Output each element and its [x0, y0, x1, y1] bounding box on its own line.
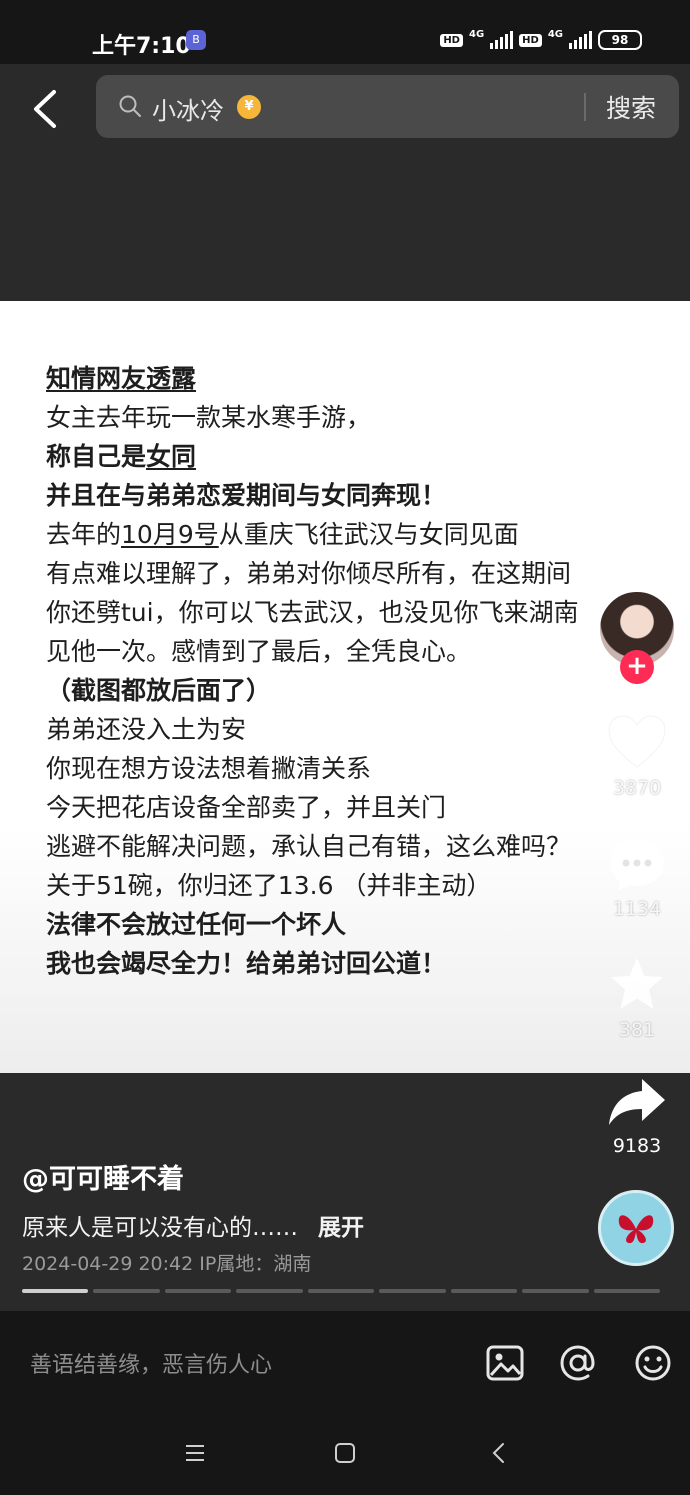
status-time: 上午7:10 [92, 34, 191, 59]
post-line: 你还劈tui，你可以飞去武汉，也没见你飞来湖南 [46, 598, 579, 627]
image-icon[interactable] [485, 1343, 525, 1383]
post-line: 关于51碗，你归还了13.6 （并非主动） [46, 871, 492, 900]
post-line-underlined: 10月9号 [121, 520, 219, 549]
post-line: 称自己是女同 [46, 437, 646, 476]
at-icon[interactable] [558, 1343, 598, 1383]
post-line-text: 称自己是 [46, 442, 147, 471]
post-line: 法律不会放过任何一个坏人 [46, 910, 347, 939]
post-line: 知情网友透露 [46, 364, 197, 393]
network-type-2: 4G [547, 28, 563, 40]
progress-segment [379, 1289, 446, 1293]
search-icon [119, 95, 141, 117]
post-line: 弟弟还没入土为安 [46, 715, 247, 744]
network-type: 4G [468, 28, 485, 40]
post-line: 你现在想方设法想着撇清关系 [46, 754, 372, 783]
post-meta: 2024-04-29 20:42 IP属地：湖南 [22, 1253, 312, 1275]
butterfly-icon [618, 1215, 654, 1244]
progress-segment [164, 1289, 232, 1293]
back-arrow-icon [34, 90, 56, 128]
back-button[interactable] [22, 86, 72, 132]
post-line: 女主去年玩一款某水寒手游， [46, 403, 372, 432]
post-line-underlined: 女同 [146, 442, 197, 471]
menu-icon[interactable] [182, 1440, 208, 1466]
signal-icon-2 [569, 31, 592, 49]
signal-icon [490, 31, 514, 49]
post-line: 有点难以理解了，弟弟对你倾尽所有，在这期间 [46, 559, 572, 588]
hd-badge: HD [440, 33, 463, 47]
coin-icon: ¥ [237, 95, 261, 119]
progress-segment [593, 1289, 660, 1293]
comment-input[interactable]: 善语结善缘，恶言伤人心 [30, 1347, 272, 1379]
post-text: 知情网友透露女主去年玩一款某水寒手游， 称自己是女同并且在与弟弟恋爱期间与女同奔现… [46, 359, 646, 983]
progress-segment [522, 1289, 589, 1293]
progress-segment [307, 1289, 375, 1293]
post-line: （截图都放后面了） [46, 676, 272, 705]
expand-button[interactable]: 展开 [318, 1215, 364, 1241]
progress-segment [236, 1289, 303, 1293]
search-button[interactable]: 搜索 [606, 89, 656, 125]
progress-segment [22, 1289, 89, 1293]
follow-button[interactable]: + [620, 650, 654, 684]
back-triangle-icon[interactable] [486, 1440, 512, 1466]
share-count: 9183 [612, 1135, 662, 1157]
favorite-count: 381 [618, 1019, 656, 1041]
status-app-badge: B [186, 30, 206, 50]
status-right-icons: HD 4G HD 4G 98 [440, 28, 642, 50]
author-name[interactable]: @可可睡不着 [22, 1157, 184, 1196]
search-box[interactable]: 小冰冷 ¥ 搜索 [96, 75, 679, 138]
heart-icon[interactable] [606, 713, 668, 771]
comment-count: 1134 [612, 898, 662, 920]
star-icon[interactable] [607, 955, 667, 1013]
battery-icon: 98 [598, 30, 642, 50]
post-line-text: 去年的 [46, 520, 122, 549]
progress-segment [450, 1289, 518, 1293]
description-text: 原来人是可以没有心的…… [22, 1215, 298, 1241]
post-image[interactable]: 知情网友透露女主去年玩一款某水寒手游， 称自己是女同并且在与弟弟恋爱期间与女同奔现… [0, 301, 690, 1073]
post-line: 见他一次。感情到了最后，全凭良心。 [46, 637, 472, 666]
progress-segment [93, 1289, 160, 1293]
hd-badge-2: HD [519, 33, 542, 47]
post-line: 今天把花店设备全部卖了，并且关门 [46, 793, 447, 822]
video-description: 原来人是可以没有心的…… 展开 [22, 1208, 364, 1242]
comment-bubble-icon[interactable] [607, 836, 667, 894]
post-line: 去年的10月9号从重庆飞往武汉与女同见面 [46, 515, 646, 554]
post-line: 我也会竭尽全力！给弟弟讨回公道！ [46, 949, 447, 978]
home-square-icon[interactable] [332, 1440, 358, 1466]
emoji-icon[interactable] [633, 1343, 673, 1383]
post-line-text: 从重庆飞往武汉与女同见面 [218, 520, 519, 549]
share-arrow-icon[interactable] [606, 1076, 668, 1128]
image-progress [22, 1289, 660, 1293]
like-count: 3870 [612, 777, 662, 799]
music-disc[interactable] [598, 1190, 674, 1266]
post-line: 并且在与弟弟恋爱期间与女同奔现！ [46, 481, 447, 510]
search-divider [584, 93, 586, 121]
search-input[interactable]: 小冰冷 [152, 91, 224, 126]
post-line: 逃避不能解决问题，承认自己有错，这么难吗？ [46, 832, 572, 861]
